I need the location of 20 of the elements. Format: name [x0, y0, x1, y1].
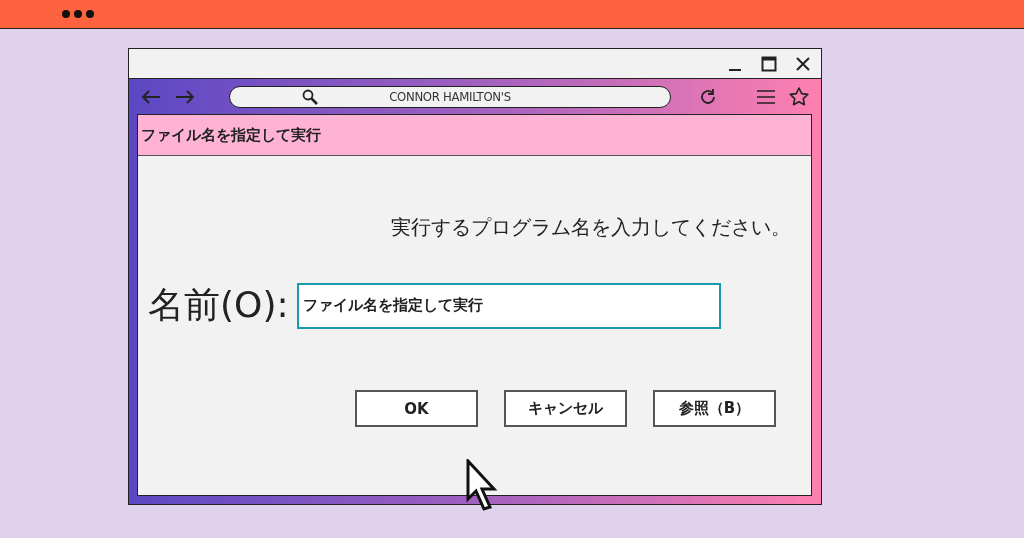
dialog-button[interactable]: OK: [355, 390, 478, 427]
dot-icon: [62, 10, 70, 18]
cursor-icon: [466, 459, 500, 513]
input-field[interactable]: ファイル名を指定して実行: [296, 282, 721, 329]
field-label: 名前(O):: [148, 283, 289, 327]
reload-icon[interactable]: [699, 87, 717, 106]
menu-icon[interactable]: [757, 88, 775, 105]
close-icon[interactable]: [795, 55, 811, 72]
dialog-button[interactable]: 参照（B）: [653, 390, 776, 427]
prompt-text: 実行するプログラム名を入力してください。: [391, 214, 791, 241]
dot-icon: [74, 10, 82, 18]
back-icon[interactable]: [141, 89, 161, 104]
dot-icon: [86, 10, 94, 18]
address-bar[interactable]: CONNOR HAMILTON'S: [229, 85, 671, 108]
search-icon: [302, 88, 318, 105]
forward-icon[interactable]: [175, 89, 195, 104]
star-icon[interactable]: [789, 87, 809, 106]
dialog-button[interactable]: キャンセル: [504, 390, 627, 427]
dialog-title: ファイル名を指定して実行: [138, 115, 811, 156]
maximize-icon[interactable]: [761, 55, 777, 72]
